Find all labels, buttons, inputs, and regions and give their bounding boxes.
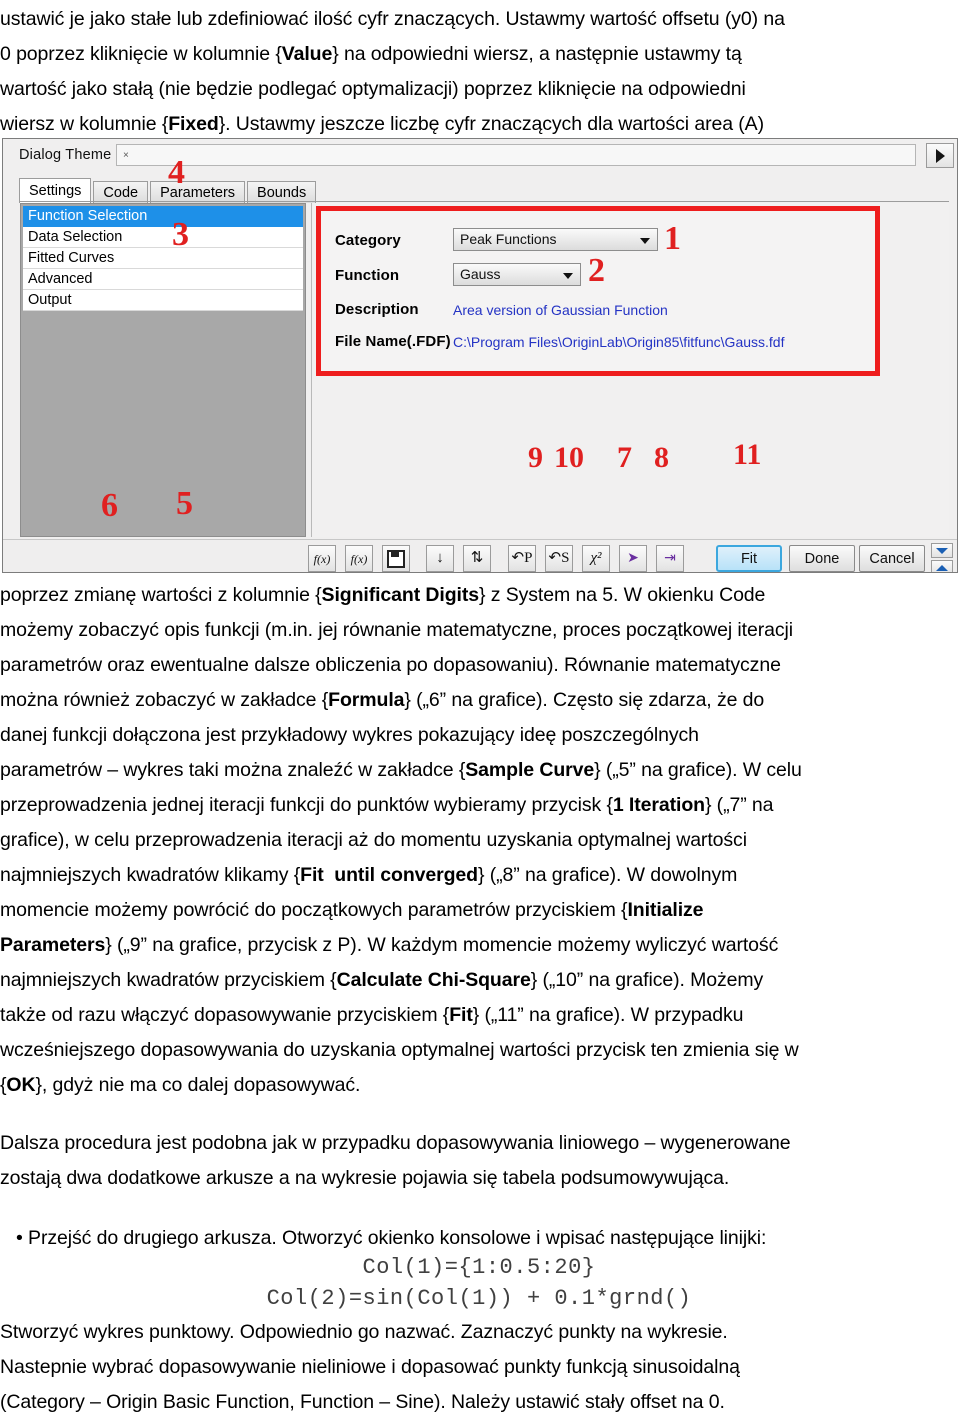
nav-item-output[interactable]: Output [23, 290, 303, 311]
function-dropdown[interactable]: Gauss [453, 263, 581, 286]
callout-1: 1 [664, 220, 681, 257]
nav-item-fitted-curves[interactable]: Fitted Curves [23, 248, 303, 269]
paragraph-after-line-2: zostają dwa dodatkowe arkusze a na wykre… [0, 1167, 730, 1189]
open-function-file-icon[interactable]: f(x) [345, 545, 373, 572]
settings-nav-panel: Function Selection Data Selection Fitted… [20, 203, 306, 537]
category-value: Peak Functions [460, 231, 557, 247]
dialog-theme-label: Dialog Theme [19, 147, 112, 163]
settings-content-panel: Category Peak Functions Function Gauss D… [311, 203, 949, 537]
filename-value: C:\Program Files\OriginLab\Origin85\fitf… [453, 334, 785, 350]
paragraph-middle-line-8: grafice), w celu przeprowadzenia iteracj… [0, 829, 747, 851]
paragraph-middle-line-12: najmniejszych kwadratów przyciskiem {Cal… [0, 969, 764, 991]
paragraph-middle-line-15: {OK}, gdyż nie ma co dalej dopasowywać. [0, 1074, 361, 1096]
cancel-button[interactable]: Cancel [859, 545, 925, 572]
triangle-down-icon [936, 547, 948, 554]
callout-8: 8 [654, 441, 669, 474]
paragraph-middle-line-6: parametrów – wykres taki można znaleźć w… [0, 759, 802, 781]
paragraph-end: Stworzyć wykres punktowy. Odpowiednio go… [0, 1315, 958, 1420]
initialize-parameters-icon[interactable]: ↶P [508, 545, 536, 572]
paragraph-middle-line-9: najmniejszych kwadratów klikamy {Fit unt… [0, 864, 738, 886]
paragraph-end-line-1: Stworzyć wykres punktowy. Odpowiednio go… [0, 1321, 728, 1343]
save-icon[interactable] [382, 545, 410, 572]
description-label: Description [335, 301, 419, 318]
scroll-down-button[interactable] [931, 543, 953, 558]
tab-bounds[interactable]: Bounds [247, 181, 317, 203]
callout-9: 9 [528, 441, 543, 474]
paragraph-middle-line-4: można również zobaczyć w zakładce {Formu… [0, 689, 765, 711]
paragraph-middle-line-14: wcześniejszego dopasowywania do uzyskani… [0, 1039, 799, 1061]
paragraph-top-line-1: ustawić je jako stałe lub zdefiniować il… [0, 8, 785, 30]
paragraph-middle-line-5: danej funkcji dołączona jest przykładowy… [0, 724, 699, 746]
fix-parameters-down-icon[interactable]: ↓ [426, 545, 454, 572]
chevron-down-icon [640, 238, 650, 244]
tab-underline [19, 201, 949, 202]
play-triangle-icon [935, 148, 945, 163]
bullet-line: • Przejść do drugiego arkusza. Otworzyć … [16, 1227, 767, 1249]
share-parameters-icon[interactable]: ⇅ [463, 545, 491, 572]
bullet-instruction: • Przejść do drugiego arkusza. Otworzyć … [0, 1221, 958, 1256]
snapshot-icon[interactable]: ↶S [545, 545, 573, 572]
paragraph-middle-line-3: parametrów oraz ewentualne dalsze oblicz… [0, 654, 781, 676]
dialog-theme-play-button[interactable] [926, 143, 954, 168]
dialog-toolbar: f(x) f(x) ↓ ⇅ ↶P ↶S χ² ➤ ⇥ Fit Done Canc… [3, 539, 957, 572]
dialog-theme-input[interactable]: × [116, 144, 916, 166]
function-selection-highlight-box: Category Peak Functions Function Gauss D… [316, 206, 880, 376]
callout-11: 11 [733, 438, 762, 471]
paragraph-end-line-2: Nastepnie wybrać dopasowywanie nieliniow… [0, 1356, 740, 1378]
fit-until-converged-icon[interactable]: ⇥ [656, 545, 684, 572]
paragraph-top-line-3: wartość jako stałą (nie będzie podlegać … [0, 78, 746, 100]
done-button[interactable]: Done [789, 545, 855, 572]
callout-4: 4 [168, 154, 185, 191]
paragraph-middle-line-10: momencie możemy powrócić do początkowych… [0, 899, 704, 921]
paragraph-middle: poprzez zmianę wartości z kolumnie {Sign… [0, 578, 958, 1103]
callout-5: 5 [176, 485, 193, 522]
paragraph-top-line-2: 0 poprzez kliknięcie w kolumnie {Value} … [0, 43, 742, 65]
callout-3: 3 [172, 216, 189, 253]
nav-item-data-selection[interactable]: Data Selection [23, 227, 303, 248]
callout-7: 7 [617, 441, 632, 474]
new-function-icon[interactable]: f(x) [308, 545, 336, 572]
function-value: Gauss [460, 266, 501, 282]
paragraph-middle-line-7: przeprowadzenia jednej iteracji funkcji … [0, 794, 774, 816]
tab-parameters[interactable]: Parameters [150, 181, 246, 203]
function-label: Function [335, 267, 400, 284]
category-dropdown[interactable]: Peak Functions [453, 228, 658, 251]
paragraph-top-line-4: wiersz w kolumnie {Fixed}. Ustawmy jeszc… [0, 113, 764, 135]
code-snippet: Col(1)={1:0.5:20} Col(2)=sin(Col(1)) + 0… [0, 1252, 958, 1314]
paragraph-middle-line-11: Parameters} („9” na grafice, przycisk z … [0, 934, 779, 956]
dialog-theme-row: Dialog Theme × [11, 143, 954, 170]
callout-10: 10 [554, 441, 584, 474]
nlfit-dialog-screenshot: Dialog Theme × Settings Code Parameters … [2, 138, 958, 573]
tab-settings[interactable]: Settings [19, 178, 92, 203]
code-line-1: Col(1)={1:0.5:20} [362, 1255, 596, 1280]
callout-2: 2 [588, 252, 605, 289]
one-iteration-icon[interactable]: ➤ [619, 545, 647, 572]
chevron-down-icon [563, 273, 573, 279]
filename-label: File Name(.FDF) [335, 333, 451, 350]
scroll-up-button[interactable] [931, 560, 953, 572]
nav-item-function-selection[interactable]: Function Selection [23, 206, 303, 227]
calculate-chi-square-icon[interactable]: χ² [582, 545, 610, 572]
code-line-2: Col(2)=sin(Col(1)) + 0.1*grnd() [266, 1286, 692, 1311]
paragraph-top: ustawić je jako stałe lub zdefiniować il… [0, 2, 958, 142]
nav-item-advanced[interactable]: Advanced [23, 269, 303, 290]
paragraph-middle-line-13: także od razu włączyć dopasowywanie przy… [0, 1004, 744, 1026]
category-label: Category [335, 232, 401, 249]
paragraph-middle-line-2: możemy zobaczyć opis funkcji (m.in. jej … [0, 619, 793, 641]
document-page: ustawić je jako stałe lub zdefiniować il… [0, 0, 960, 1422]
settings-nav-list: Function Selection Data Selection Fitted… [23, 206, 303, 311]
tab-code[interactable]: Code [93, 181, 149, 203]
paragraph-end-line-3: (Category – Origin Basic Function, Funct… [0, 1391, 725, 1413]
paragraph-after: Dalsza procedura jest podobna jak w przy… [0, 1126, 958, 1196]
paragraph-middle-line-1: poprzez zmianę wartości z kolumnie {Sign… [0, 584, 766, 606]
description-value: Area version of Gaussian Function [453, 302, 668, 318]
triangle-up-icon [936, 564, 948, 571]
paragraph-after-line-1: Dalsza procedura jest podobna jak w przy… [0, 1132, 791, 1154]
callout-6: 6 [101, 487, 118, 524]
fit-button[interactable]: Fit [716, 545, 782, 572]
